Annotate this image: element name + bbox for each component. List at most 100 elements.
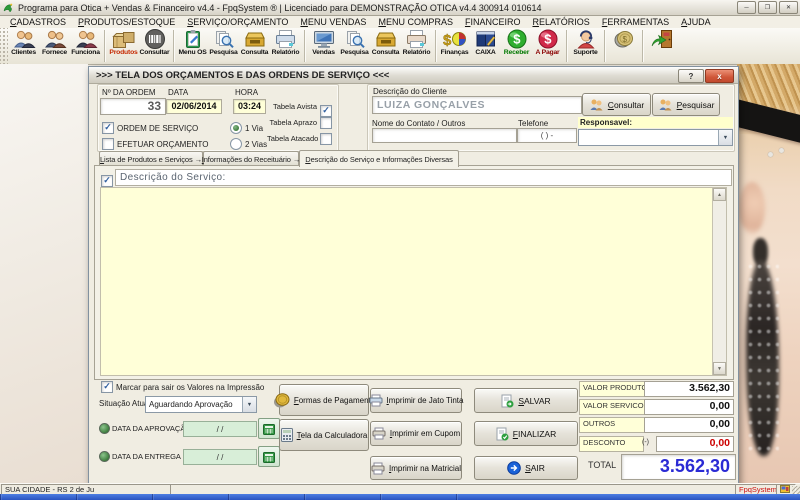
date-field[interactable]: 02/06/2014 — [166, 99, 222, 114]
suppliers-icon — [43, 29, 67, 49]
toolbar-produtos-button[interactable]: Produtos — [108, 28, 139, 64]
toolbar-consulta-os-button[interactable]: Consulta — [239, 28, 270, 64]
toolbar-clientes-button[interactable]: Clientes — [8, 28, 39, 64]
toolbar-caixa-button[interactable]: CAIXA — [470, 28, 501, 64]
toolbar-vendas-button[interactable]: Vendas — [308, 28, 339, 64]
consultar-button[interactable]: Consultar — [582, 93, 651, 116]
tab-lista-produtos[interactable]: Lista de Produtos e Serviços → — [99, 151, 203, 166]
sair-button[interactable]: SAIR — [474, 456, 578, 480]
menu-vendas[interactable]: MENU VENDAS — [294, 17, 372, 27]
client-name-field[interactable]: LUIZA GONÇALVES — [372, 96, 582, 114]
printer-icon — [372, 427, 386, 440]
resize-grip[interactable] — [792, 486, 800, 494]
checkbox-label: ORDEM DE SERVIÇO — [117, 124, 198, 133]
toolbar-coin-button[interactable]: $ — [608, 28, 639, 64]
efetuar-orcamento-checkbox[interactable]: EFETUAR ORÇAMENTO — [102, 138, 208, 150]
toolbar-fornecedores-button[interactable]: Fornece — [39, 28, 70, 64]
textarea-scrollbar[interactable]: ▲ ▼ — [712, 188, 726, 375]
chevron-down-icon: ▼ — [718, 130, 732, 145]
toolbar-funcionarios-button[interactable]: Funciona — [70, 28, 101, 64]
radio-1-via[interactable]: 1 Via — [230, 122, 263, 134]
menu-cadastros[interactable]: CADASTROS — [4, 17, 72, 27]
tabela-atacado-checkbox[interactable] — [320, 132, 332, 150]
toolbar-separator — [435, 30, 436, 62]
time-field[interactable]: 03:24 — [233, 99, 266, 114]
scroll-up-icon[interactable]: ▲ — [713, 188, 726, 201]
button-label: FINALIZAR — [513, 429, 556, 439]
toolbar-a-pagar-button[interactable]: $ A Pagar — [532, 28, 563, 64]
imprimir-cupom-button[interactable]: Imprimir em Cupom — [370, 421, 462, 446]
tab-label: Descrição do Serviço e Informações Diver… — [305, 155, 452, 164]
data-entrega-field[interactable]: / / — [183, 449, 257, 465]
tab-informacoes-receituario[interactable]: Informações do Receituário → — [203, 151, 299, 166]
descricao-servico-textarea[interactable]: ▲ ▼ — [100, 187, 727, 376]
calculadora-button[interactable]: Tela da Calculadora — [279, 419, 369, 451]
toolbar-exit-button[interactable] — [646, 28, 677, 64]
menu-produtos-estoque[interactable]: PRODUTOS/ESTOQUE — [72, 17, 181, 27]
minimize-button[interactable]: ─ — [737, 1, 756, 14]
entrega-calendar-button[interactable] — [258, 446, 280, 467]
toolbar-relatorio-vendas-button[interactable]: Relatório — [401, 28, 432, 64]
restore-button[interactable]: ❐ — [758, 1, 777, 14]
checkbox-icon — [320, 133, 332, 145]
situacao-dropdown[interactable]: Aguardando Aprovação ▼ — [145, 396, 257, 413]
button-label: SAIR — [525, 463, 545, 473]
responsavel-dropdown[interactable]: ▼ — [578, 129, 733, 146]
descricao-servico-checkbox[interactable]: ✓ — [101, 170, 113, 188]
ordem-servico-checkbox[interactable]: ✓ ORDEM DE SERVIÇO — [102, 122, 198, 134]
menu-ajuda[interactable]: AJUDA — [675, 17, 717, 27]
toolbar-suporte-button[interactable]: Suporte — [570, 28, 601, 64]
imprimir-matricial-button[interactable]: Imprimir na Matricial — [370, 456, 462, 480]
menu-relatorios[interactable]: RELATÓRIOS — [526, 17, 595, 27]
menu-compras[interactable]: MENU COMPRAS — [372, 17, 459, 27]
toolbar-button-label: Pesquisa — [340, 49, 368, 56]
toolbar-pesquisa-os-button[interactable]: Pesquisa — [208, 28, 239, 64]
formas-pagamento-button[interactable]: Formas de Pagamento — [279, 384, 369, 416]
menu-ferramentas[interactable]: FERRAMENTAS — [596, 17, 675, 27]
menu-servico-orcamento[interactable]: SERVIÇO/ORÇAMENTO — [181, 17, 294, 27]
toolbar-consultar-button[interactable]: Consultar — [139, 28, 170, 64]
order-number-field[interactable]: 33 — [100, 98, 166, 115]
salvar-button[interactable]: SALVAR — [474, 388, 578, 413]
close-button[interactable]: ✕ — [779, 1, 798, 14]
svg-text:$: $ — [513, 32, 521, 47]
responsavel-label: Responsavel: — [578, 117, 733, 128]
dialog-titlebar[interactable]: >>> TELA DOS ORÇAMENTOS E DAS ORDENS DE … — [89, 67, 738, 84]
pesquisar-button[interactable]: Pesquisar — [652, 93, 720, 116]
toolbar-relatorio-os-button[interactable]: Relatório — [270, 28, 301, 64]
toolbar-menu-os-button[interactable]: Menu OS — [177, 28, 208, 64]
help-button[interactable]: ? — [678, 69, 704, 83]
button-label: Pesquisar — [677, 100, 715, 110]
calendar-icon — [263, 451, 275, 463]
dialog-close-button[interactable]: x — [705, 69, 734, 83]
toolbar-button-label: Finanças — [441, 49, 469, 56]
contact-field[interactable] — [372, 128, 517, 143]
ledger-icon — [474, 29, 498, 49]
toolbar-pesquisa-vendas-button[interactable]: Pesquisa — [339, 28, 370, 64]
aprovacao-calendar-button[interactable] — [258, 418, 280, 439]
glasses-hinge-screw — [779, 148, 784, 153]
calculator-icon — [281, 428, 293, 442]
imprimir-jato-tinta-button[interactable]: Imprimir de Jato Tinta — [370, 388, 462, 413]
data-aprovacao-label: DATA DA APROVAÇÃO — [112, 424, 191, 433]
data-aprovacao-field[interactable]: / / — [183, 421, 257, 437]
search-docs-icon — [212, 29, 236, 49]
taskbar-buttons[interactable] — [0, 494, 530, 500]
phone-field[interactable]: ( ) - — [517, 128, 577, 143]
taskbar[interactable] — [0, 494, 800, 500]
toolbar-receber-button[interactable]: $ Receber — [501, 28, 532, 64]
data-entrega-label: DATA DA ENTREGA — [112, 452, 181, 461]
toolbar-consulta-vendas-button[interactable]: Consulta — [370, 28, 401, 64]
marcar-valores-checkbox[interactable]: ✓ Marcar para sair os Valores na Impress… — [101, 381, 264, 393]
scroll-down-icon[interactable]: ▼ — [713, 362, 726, 375]
contact-label: Nome do Contato / Outros — [372, 119, 465, 128]
menu-financeiro[interactable]: FINANCEIRO — [459, 17, 527, 27]
finalizar-button[interactable]: FINALIZAR — [474, 421, 578, 446]
toolbar-financas-button[interactable]: $ Finanças — [439, 28, 470, 64]
toolbar-separator — [173, 30, 174, 62]
printer-icon — [369, 394, 383, 407]
radio-2-vias[interactable]: 2 Vias — [230, 138, 267, 150]
tab-descricao-servico[interactable]: Descrição do Serviço e Informações Diver… — [299, 150, 459, 167]
checkbox-icon — [102, 138, 114, 150]
desconto-label: DESCONTO — [579, 436, 644, 452]
